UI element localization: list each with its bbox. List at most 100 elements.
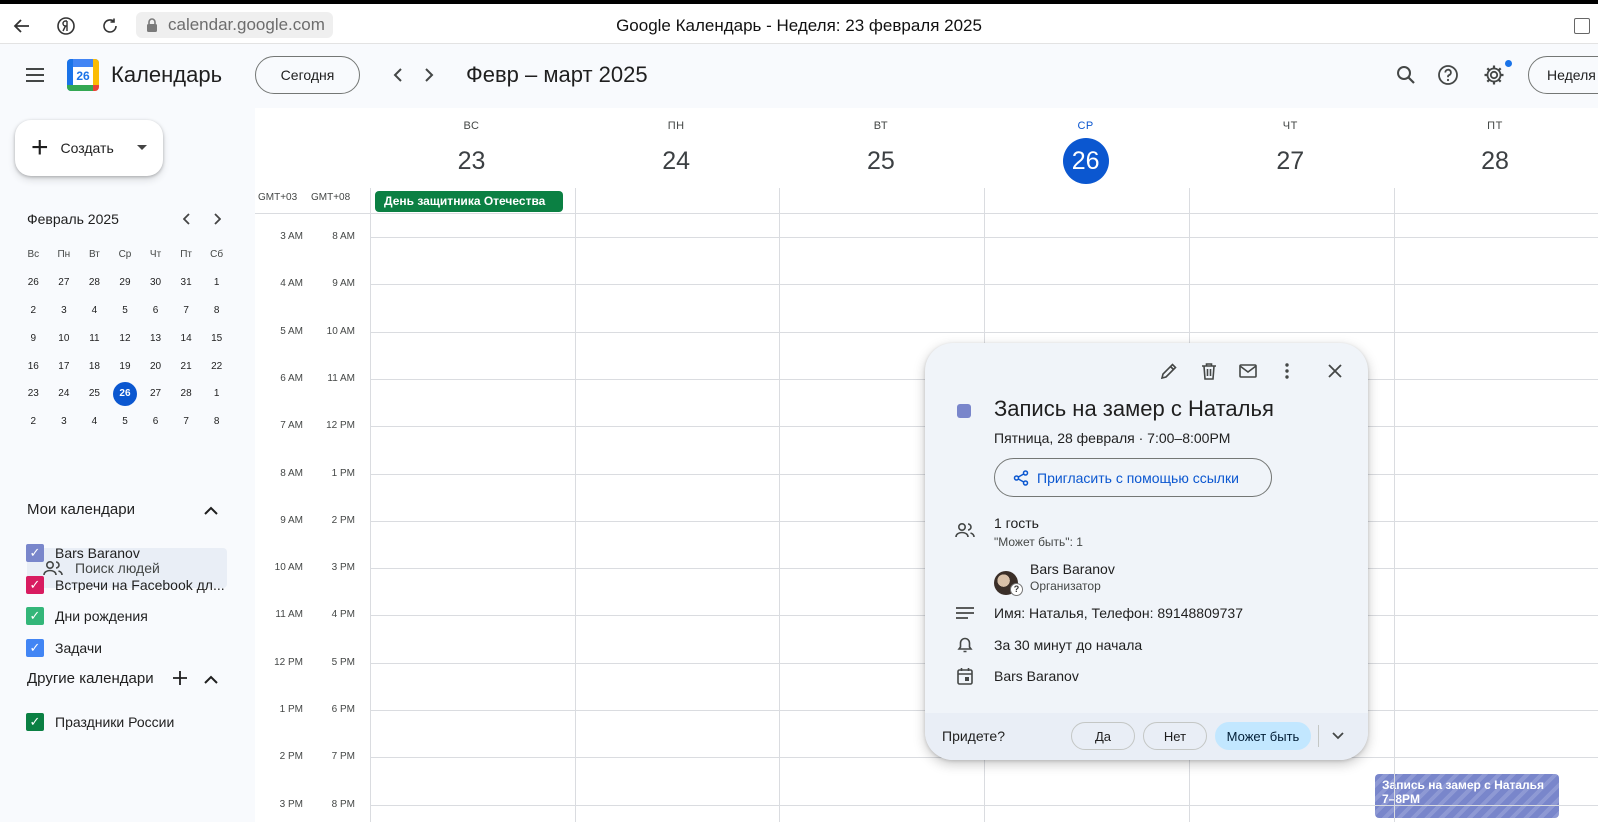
other-calendars-title[interactable]: Другие календари (27, 670, 154, 687)
day-number[interactable]: 25 (858, 138, 904, 184)
mini-calendar-day[interactable]: 7 (171, 305, 202, 316)
mini-calendar-day[interactable]: 2 (18, 305, 49, 316)
event-title: Запись на замер с Наталья (994, 396, 1274, 421)
search-icon[interactable] (1386, 55, 1426, 95)
app-title[interactable]: Календарь (111, 62, 222, 88)
my-calendars-title[interactable]: Мои календари (27, 501, 135, 518)
calendar-label: Праздники России (55, 714, 175, 730)
create-label: Создать (60, 140, 114, 156)
mini-calendar-day[interactable]: 29 (110, 277, 141, 288)
mini-calendar-day[interactable]: 3 (49, 305, 80, 316)
mini-calendar-day[interactable]: 31 (171, 277, 202, 288)
mini-calendar-day[interactable]: 1 (201, 388, 232, 399)
mini-calendar-day[interactable]: 17 (49, 361, 80, 372)
mini-calendar-day[interactable]: 20 (140, 361, 171, 372)
chevron-down-icon[interactable] (1325, 723, 1351, 749)
mini-calendar-day[interactable]: 24 (49, 388, 80, 399)
delete-trash-icon[interactable] (1191, 353, 1227, 389)
day-number[interactable]: 27 (1267, 138, 1313, 184)
hour-label-secondary: 4 PM (331, 609, 355, 621)
mini-calendar-day[interactable]: 1 (201, 277, 232, 288)
mini-calendar-day[interactable]: 3 (49, 416, 80, 427)
view-switcher-button[interactable]: Неделя (1528, 56, 1598, 94)
mini-calendar-day[interactable]: 6 (140, 305, 171, 316)
mini-calendar-day-selected[interactable]: 26 (110, 381, 141, 406)
checkbox-checked-icon[interactable]: ✓ (26, 713, 44, 731)
create-button[interactable]: + Создать (15, 120, 163, 176)
today-button[interactable]: Сегодня (255, 56, 360, 94)
edit-pencil-icon[interactable] (1151, 353, 1187, 389)
mini-calendar-day[interactable]: 18 (79, 361, 110, 372)
mini-calendar-day[interactable]: 6 (140, 416, 171, 427)
mini-calendar-day[interactable]: 13 (140, 333, 171, 344)
mini-calendar-day[interactable]: 5 (110, 416, 141, 427)
mini-calendar-day[interactable]: 30 (140, 277, 171, 288)
mini-calendar-week: 23 24 25 26 27 28 1 (18, 380, 232, 408)
main-menu-icon[interactable] (15, 55, 55, 95)
mini-calendar-day[interactable]: 19 (110, 361, 141, 372)
checkbox-checked-icon[interactable]: ✓ (26, 607, 44, 625)
next-week-icon[interactable] (409, 55, 449, 95)
mini-calendar-week: 2345678 (18, 408, 232, 436)
mini-calendar-day[interactable]: 15 (201, 333, 232, 344)
mini-calendar-day[interactable]: 27 (49, 277, 80, 288)
calendar-logo-icon[interactable]: 26 (67, 59, 99, 91)
mini-calendar-day[interactable]: 23 (18, 388, 49, 399)
mini-calendar-day[interactable]: 5 (110, 305, 141, 316)
mini-calendar-day[interactable]: 8 (201, 305, 232, 316)
mini-calendar-day[interactable]: 7 (171, 416, 202, 427)
mini-calendar-title: Февраль 2025 (27, 211, 119, 227)
mini-calendar-day[interactable]: 10 (49, 333, 80, 344)
dropdown-caret-icon (137, 145, 147, 150)
checkbox-checked-icon[interactable]: ✓ (26, 544, 44, 562)
mini-calendar-day[interactable]: 27 (140, 388, 171, 399)
day-number[interactable]: 23 (449, 138, 495, 184)
day-number-today[interactable]: 26 (1062, 138, 1109, 184)
more-options-icon[interactable] (1269, 353, 1305, 389)
mini-calendar-day[interactable]: 4 (79, 416, 110, 427)
hour-label-primary: 1 PM (279, 704, 303, 715)
mini-calendar-day[interactable]: 11 (79, 333, 110, 344)
description-icon (953, 601, 977, 625)
mini-calendar-day[interactable]: 14 (171, 333, 202, 344)
mini-calendar-day[interactable]: 4 (79, 305, 110, 316)
mini-calendar-day[interactable]: 2 (18, 416, 49, 427)
mini-calendar-day[interactable]: 22 (201, 361, 232, 372)
rsvp-maybe-button[interactable]: Может быть (1215, 722, 1311, 750)
email-icon[interactable] (1230, 353, 1266, 389)
mini-calendar-day[interactable]: 12 (110, 333, 141, 344)
rsvp-yes-button[interactable]: Да (1071, 722, 1135, 750)
invite-via-link-button[interactable]: Пригласить с помощью ссылки (994, 458, 1272, 497)
day-of-week: ВС (463, 120, 480, 132)
chevron-up-icon[interactable] (201, 500, 221, 520)
mini-calendar-day[interactable]: 25 (79, 388, 110, 399)
allday-event-holiday[interactable]: День защитника Отечества (375, 191, 563, 212)
calendar-item[interactable]: ✓ Bars Baranov (26, 541, 140, 565)
close-icon[interactable] (1317, 353, 1353, 389)
mini-calendar-day[interactable]: 21 (171, 361, 202, 372)
mini-calendar-day[interactable]: 28 (79, 277, 110, 288)
weekday-label: Вт (88, 249, 100, 261)
checkbox-checked-icon[interactable]: ✓ (26, 575, 44, 594)
mini-calendar-next-icon[interactable] (202, 204, 232, 234)
mini-calendar-day[interactable]: 26 (18, 277, 49, 288)
mini-calendar-day[interactable]: 16 (18, 361, 49, 372)
mini-calendar-day[interactable]: 8 (201, 416, 232, 427)
calendar-item[interactable]: ✓ Встречи на Facebook дл... (26, 573, 225, 597)
reader-mode-icon[interactable] (1574, 18, 1590, 34)
chevron-up-icon[interactable] (201, 669, 221, 689)
event-block[interactable]: Запись на замер с Наталья 7–8PM (1375, 774, 1559, 818)
add-calendar-plus-icon[interactable] (170, 668, 190, 688)
mini-calendar-prev-icon[interactable] (172, 204, 202, 234)
calendar-item[interactable]: ✓ Праздники России (26, 710, 174, 734)
day-number[interactable]: 28 (1472, 138, 1518, 184)
checkbox-checked-icon[interactable]: ✓ (26, 638, 44, 657)
calendar-item[interactable]: ✓ Дни рождения (26, 604, 148, 628)
mini-calendar-day[interactable]: 9 (18, 333, 49, 344)
organizer-role: Организатор (1030, 579, 1101, 593)
help-icon[interactable] (1428, 55, 1468, 95)
rsvp-no-button[interactable]: Нет (1143, 722, 1207, 750)
calendar-item[interactable]: ✓ Задачи (26, 636, 102, 660)
mini-calendar-day[interactable]: 28 (171, 388, 202, 399)
day-number[interactable]: 24 (653, 138, 699, 184)
